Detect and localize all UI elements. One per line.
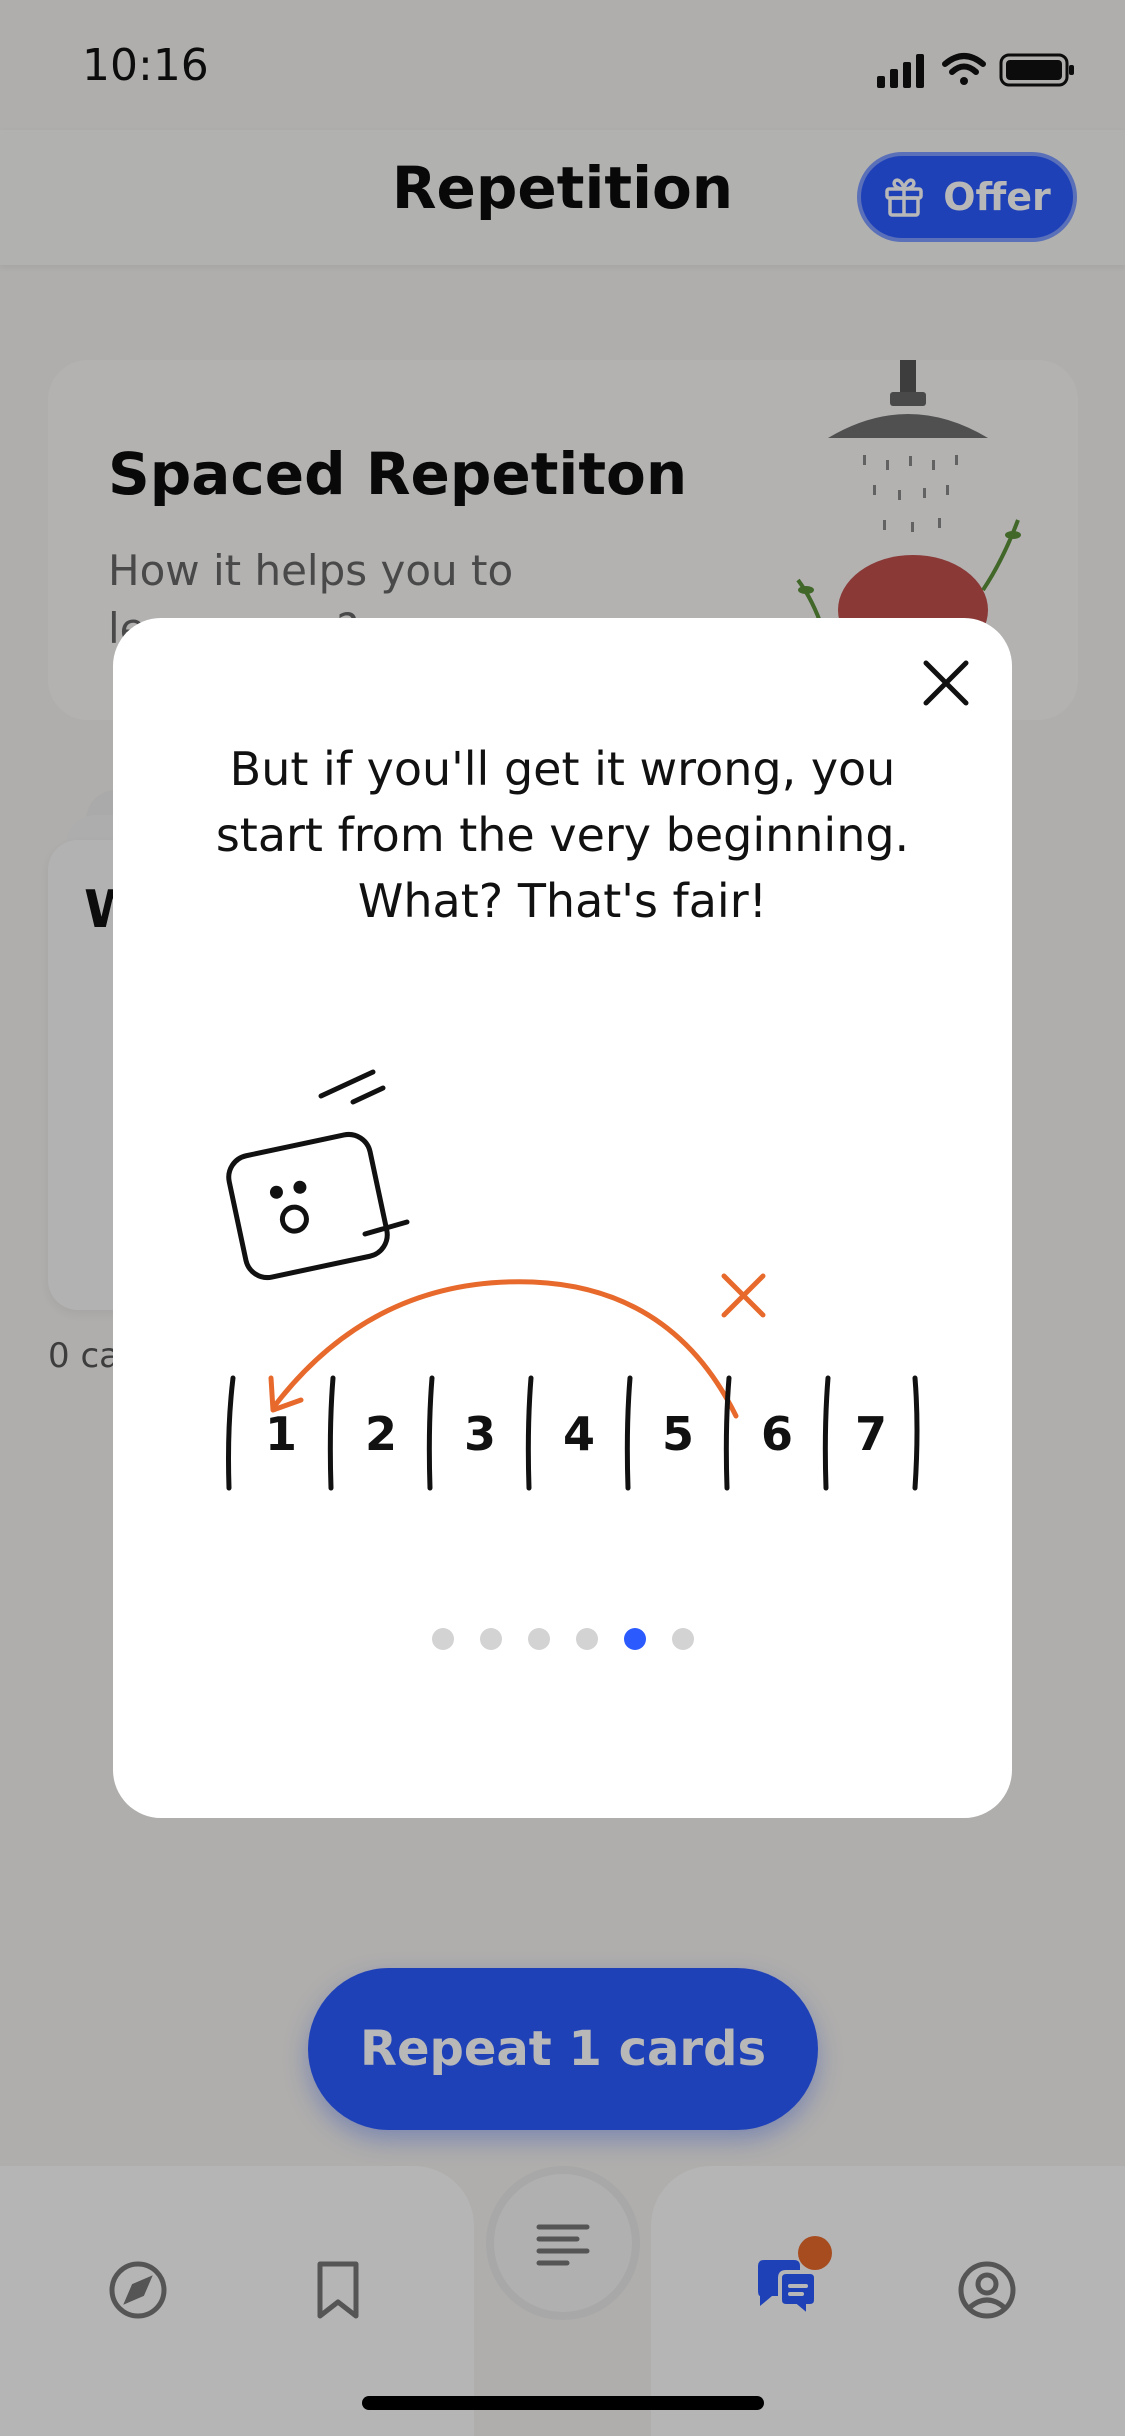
step-2: 2 [365,1407,397,1461]
page-dot-3[interactable] [527,1628,550,1650]
tutorial-modal: But if you'll get it wrong, you start fr… [113,618,1012,1818]
modal-message-line-1: But if you'll get it wrong, you [229,742,896,796]
step-1: 1 [265,1407,297,1461]
step-scale: 1 2 3 4 5 6 7 [226,1375,920,1491]
page-dot-1[interactable] [431,1628,454,1650]
step-5: 5 [662,1407,694,1461]
modal-message: But if you'll get it wrong, you start fr… [153,736,972,934]
step-4: 4 [563,1407,595,1461]
page-dot-5-active[interactable] [623,1628,646,1650]
wrong-x-icon [721,1273,766,1318]
page-dot-2[interactable] [479,1628,502,1650]
modal-message-line-3: What? That's fair! [357,874,768,928]
step-6: 6 [761,1407,793,1461]
modal-message-line-2: start from the very beginning. [215,808,910,862]
close-button[interactable] [911,648,981,718]
page-dot-4[interactable] [575,1628,598,1650]
close-icon [923,660,969,706]
step-7: 7 [855,1407,887,1461]
page-dot-6[interactable] [671,1628,694,1650]
surprised-card-icon [226,1069,410,1281]
page-indicator [113,1628,1012,1652]
step-3: 3 [464,1407,496,1461]
